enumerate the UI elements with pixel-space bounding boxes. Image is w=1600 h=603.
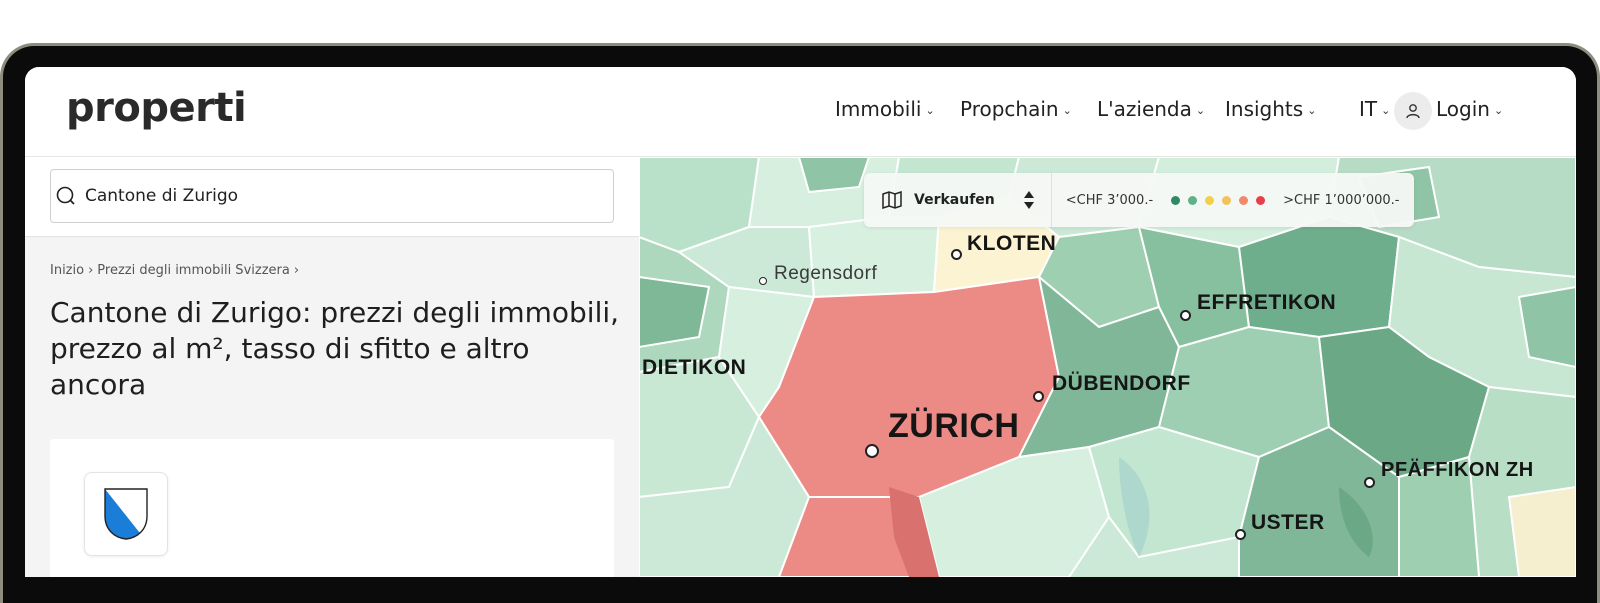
language-selector[interactable]: IT ⌄ [1359, 97, 1390, 121]
chevron-down-icon: ⌄ [1381, 103, 1391, 117]
left-panel: Inizio › Prezzi degli immobili Svizzera … [25, 157, 639, 577]
nav-item-azienda[interactable]: L'azienda ⌄ [1097, 97, 1205, 121]
city-marker-pfaffikon[interactable] [1364, 477, 1375, 488]
chevron-down-icon: ⌄ [925, 103, 935, 117]
breadcrumb-home[interactable]: Inizio [50, 263, 84, 278]
canton-crest [84, 472, 168, 556]
breadcrumb-switzerland-prices[interactable]: Prezzi degli immobili Svizzera [97, 263, 290, 278]
login-button[interactable]: Login ⌄ [1436, 97, 1503, 121]
city-marker-regensdorf[interactable] [759, 277, 767, 285]
city-label-kloten: KLOTEN [967, 232, 1057, 255]
search-input[interactable] [85, 186, 565, 206]
city-label-uster: USTER [1251, 511, 1325, 534]
city-label-zurich: ZÜRICH [888, 407, 1020, 445]
nav-item-insights[interactable]: Insights ⌄ [1225, 97, 1316, 121]
legend-color-5 [1239, 195, 1249, 205]
city-marker-dubendorf[interactable] [1033, 391, 1044, 402]
nav-item-label: Insights [1225, 97, 1304, 121]
user-icon [1406, 104, 1420, 119]
map-icon [882, 191, 902, 209]
legend-min-label: <CHF 3’000.- [1065, 192, 1154, 208]
map-controls: Verkaufen <CHF 3’000.- >CHF 1’000’000.- [864, 173, 1414, 227]
chevron-down-icon: ⌄ [1493, 103, 1504, 117]
legend-color-6 [1256, 195, 1266, 205]
price-map[interactable]: Verkaufen <CHF 3’000.- >CHF 1’000’000.- … [639, 157, 1576, 577]
transaction-mode-label: Verkaufen [914, 192, 995, 208]
nav-item-label: Immobili [835, 97, 922, 121]
transaction-mode-select[interactable]: Verkaufen [864, 173, 1052, 227]
sort-icon [1023, 191, 1034, 209]
price-legend: <CHF 3’000.- >CHF 1’000’000.- [1052, 193, 1414, 208]
zurich-coat-of-arms-icon [104, 488, 148, 540]
chevron-down-icon: ⌄ [1195, 103, 1206, 117]
chevron-down-icon: ⌄ [1307, 103, 1317, 117]
language-label: IT [1359, 97, 1378, 121]
nav-item-propchain[interactable]: Propchain ⌄ [960, 97, 1072, 121]
nav-item-label: Propchain [960, 97, 1059, 121]
city-marker-kloten[interactable] [951, 249, 962, 260]
search-bar [25, 157, 639, 237]
city-marker-zurich[interactable] [865, 444, 879, 458]
canton-card [50, 439, 614, 577]
browser-viewport: properti Immobili ⌄ Propchain ⌄ L'aziend… [25, 67, 1576, 577]
chevron-down-icon: ⌄ [1062, 103, 1072, 117]
breadcrumb-separator: › [88, 263, 94, 278]
legend-max-label: >CHF 1’000’000.- [1283, 192, 1400, 208]
top-navigation: properti Immobili ⌄ Propchain ⌄ L'aziend… [25, 67, 1576, 157]
nav-item-label: L'azienda [1097, 97, 1192, 121]
city-label-pfaffikon: PFÄFFIKON ZH [1381, 459, 1534, 481]
nav-item-immobili[interactable]: Immobili ⌄ [835, 97, 935, 121]
legend-color-1 [1171, 195, 1181, 205]
legend-color-4 [1222, 195, 1232, 205]
city-marker-effretikon[interactable] [1180, 310, 1191, 321]
login-label: Login [1436, 97, 1490, 121]
city-label-effretikon: EFFRETIKON [1197, 291, 1337, 314]
user-avatar[interactable] [1394, 92, 1432, 130]
city-label-regensdorf: Regensdorf [774, 263, 878, 284]
city-label-dubendorf: DÜBENDORF [1052, 372, 1191, 395]
legend-color-3 [1205, 195, 1215, 205]
city-label-dietikon: DIETIKON [642, 356, 747, 379]
search-field[interactable] [50, 169, 614, 223]
city-marker-uster[interactable] [1235, 529, 1246, 540]
legend-color-2 [1188, 195, 1198, 205]
search-icon [56, 186, 75, 205]
page-title: Cantone di Zurigo: prezzi degli immobili… [50, 296, 620, 401]
breadcrumb-separator: › [293, 263, 300, 278]
breadcrumb: Inizio › Prezzi degli immobili Svizzera … [50, 263, 299, 278]
brand-logo[interactable]: properti [66, 85, 247, 131]
